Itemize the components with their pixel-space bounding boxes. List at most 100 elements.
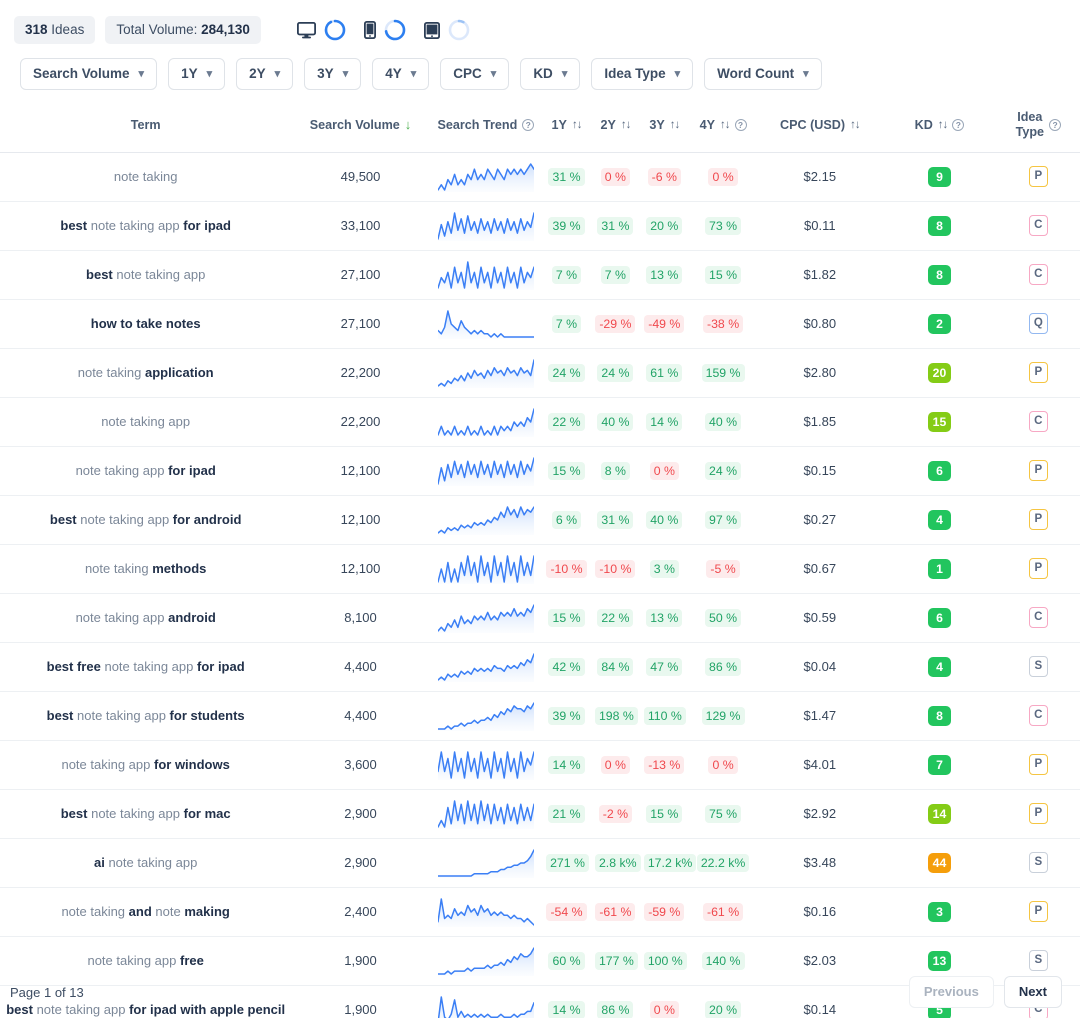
cell-term[interactable]: best note taking app for android: [0, 495, 292, 545]
cell-term[interactable]: note taking app: [0, 397, 292, 447]
help-icon[interactable]: ?: [952, 118, 965, 131]
pct-1y: 31 %: [548, 167, 585, 186]
column-header-3y[interactable]: 3Y ↑↓: [639, 102, 689, 153]
term-segment: note taking app: [90, 217, 180, 233]
cell-4y: 75 %: [688, 789, 758, 839]
filter-4y[interactable]: 4Y ▾: [372, 57, 430, 91]
next-page-button[interactable]: Next: [1003, 975, 1062, 1009]
pct-1y: -10 %: [546, 559, 587, 578]
cell-kd: 4: [882, 642, 997, 692]
cell-term[interactable]: best note taking app for ipad: [0, 201, 292, 251]
cell-kd: 3: [882, 887, 997, 937]
table-row[interactable]: note taking app for windows 3,600 14 % 0 % -…: [0, 740, 1080, 790]
filter-2y[interactable]: 2Y ▾: [236, 57, 294, 91]
cell-term[interactable]: note taking: [0, 152, 292, 202]
page-info: Page 1 of 13: [10, 984, 84, 1000]
column-header-idea-type[interactable]: Idea Type ?: [996, 102, 1080, 153]
cell-term[interactable]: best note taking app: [0, 250, 292, 300]
cell-cpc: $1.85: [757, 397, 883, 447]
column-header-2y[interactable]: 2Y ↑↓: [590, 102, 640, 153]
cell-idea-type: S: [996, 642, 1080, 692]
column-label-4y: 4Y: [699, 117, 716, 132]
sort-icon[interactable]: ↑↓: [670, 119, 680, 131]
cell-cpc: $2.80: [757, 348, 883, 398]
help-icon[interactable]: ?: [1049, 118, 1062, 131]
table-row[interactable]: note taking app for ipad 12,100 15 % 8 % 0 %…: [0, 446, 1080, 496]
column-header-term[interactable]: Term: [0, 102, 292, 153]
cell-term[interactable]: note taking app for ipad: [0, 446, 292, 496]
filter-search-volume[interactable]: Search Volume ▾: [20, 57, 158, 91]
filter-cpc[interactable]: CPC ▾: [440, 57, 510, 91]
filter-kd[interactable]: KD ▾: [520, 57, 581, 91]
table-row[interactable]: best note taking app for ipad 33,100 39 % 3…: [0, 201, 1080, 251]
kd-badge: 2: [927, 313, 951, 334]
cell-idea-type: P: [996, 495, 1080, 545]
sort-icon[interactable]: ↑↓: [850, 119, 860, 131]
table-row[interactable]: how to take notes 27,100 7 % -29 % -49 % -38 …: [0, 299, 1080, 349]
column-header-search-volume[interactable]: Search Volume ↓: [291, 102, 430, 153]
cell-term[interactable]: note taking app for windows: [0, 740, 292, 790]
table-row[interactable]: note taking 49,500 31 % 0 % -6 % 0 % $2.15 9 P: [0, 152, 1080, 202]
column-header-4y[interactable]: 4Y ↑↓ ?: [688, 102, 758, 153]
filter-idea-type[interactable]: Idea Type ▾: [591, 57, 694, 91]
cell-term[interactable]: note taking and note making: [0, 887, 292, 937]
filter-1y[interactable]: 1Y ▾: [168, 57, 226, 91]
cell-3y: 40 %: [639, 495, 689, 545]
cell-search-trend: [429, 887, 543, 937]
cell-1y: 22 %: [542, 397, 591, 447]
table-row[interactable]: best note taking app 27,100 7 % 7 % 13 % 15 %…: [0, 250, 1080, 300]
table-row[interactable]: best note taking app for mac 2,900 21 % -2 …: [0, 789, 1080, 839]
sort-icon[interactable]: ↑↓: [621, 119, 631, 131]
cell-idea-type: P: [996, 152, 1080, 202]
table-row[interactable]: best note taking app for android 12,100 6 …: [0, 495, 1080, 545]
cell-term[interactable]: note taking app android: [0, 593, 292, 643]
column-header-kd[interactable]: KD ↑↓ ?: [882, 102, 997, 153]
help-icon[interactable]: ?: [522, 118, 535, 131]
table-row[interactable]: best note taking app for students 4,400 39…: [0, 691, 1080, 741]
table-row[interactable]: note taking methods 12,100 -10 % -10 % 3 % -5…: [0, 544, 1080, 594]
table-row[interactable]: note taking app android 8,100 15 % 22 % 13 %…: [0, 593, 1080, 643]
filter-word-count[interactable]: Word Count ▾: [704, 57, 822, 91]
pct-3y: -59 %: [644, 902, 685, 921]
previous-page-button[interactable]: Previous: [908, 975, 994, 1009]
kd-badge: 8: [927, 705, 951, 726]
cell-4y: 73 %: [688, 201, 758, 251]
cell-kd: 2: [882, 299, 997, 349]
cell-term[interactable]: best free note taking app for ipad: [0, 642, 292, 692]
cell-kd: 6: [882, 593, 997, 643]
column-header-1y[interactable]: 1Y ↑↓: [542, 102, 591, 153]
cell-term[interactable]: best note taking app for mac: [0, 789, 292, 839]
table-row[interactable]: note taking app 22,200 22 % 40 % 14 % 40 % $1.…: [0, 397, 1080, 447]
sort-icon[interactable]: ↑↓: [938, 119, 948, 131]
column-header-search-trend[interactable]: Search Trend ?: [429, 102, 543, 153]
help-icon[interactable]: ?: [734, 118, 747, 131]
cell-term[interactable]: note taking application: [0, 348, 292, 398]
cell-cpc: $1.82: [757, 250, 883, 300]
cell-term[interactable]: note taking methods: [0, 544, 292, 594]
sort-desc-icon: ↓: [404, 117, 412, 133]
pct-2y: 0 %: [600, 167, 630, 186]
cell-search-volume: 12,100: [291, 495, 430, 545]
mobile-share-donut: [384, 19, 406, 41]
cell-search-trend: [429, 348, 543, 398]
sort-icon[interactable]: ↑↓: [572, 119, 582, 131]
cell-term[interactable]: best note taking app for students: [0, 691, 292, 741]
pct-2y: 2.8 k%: [594, 853, 641, 872]
search-trend-sparkline: [437, 848, 534, 878]
table-row[interactable]: best free note taking app for ipad 4,400 4…: [0, 642, 1080, 692]
search-trend-sparkline: [437, 750, 534, 780]
table-row[interactable]: note taking application 22,200 24 % 24 % 61 …: [0, 348, 1080, 398]
table-row[interactable]: note taking and note making 2,400 -54 % -61…: [0, 887, 1080, 937]
search-trend-sparkline: [437, 701, 534, 731]
idea-type-badge: S: [1028, 656, 1048, 678]
cell-term[interactable]: how to take notes: [0, 299, 292, 349]
sort-icon[interactable]: ↑↓: [720, 119, 730, 131]
cell-term[interactable]: ai note taking app: [0, 838, 292, 888]
cell-1y: -54 %: [542, 887, 591, 937]
pct-4y: 22.2 k%: [696, 853, 750, 872]
filter-3y[interactable]: 3Y ▾: [304, 57, 362, 91]
cell-3y: -59 %: [639, 887, 689, 937]
column-header-cpc[interactable]: CPC (USD) ↑↓: [757, 102, 883, 153]
term-segment: note taking: [84, 560, 149, 576]
table-row[interactable]: ai note taking app 2,900 271 % 2.8 k% 17.2 k…: [0, 838, 1080, 888]
